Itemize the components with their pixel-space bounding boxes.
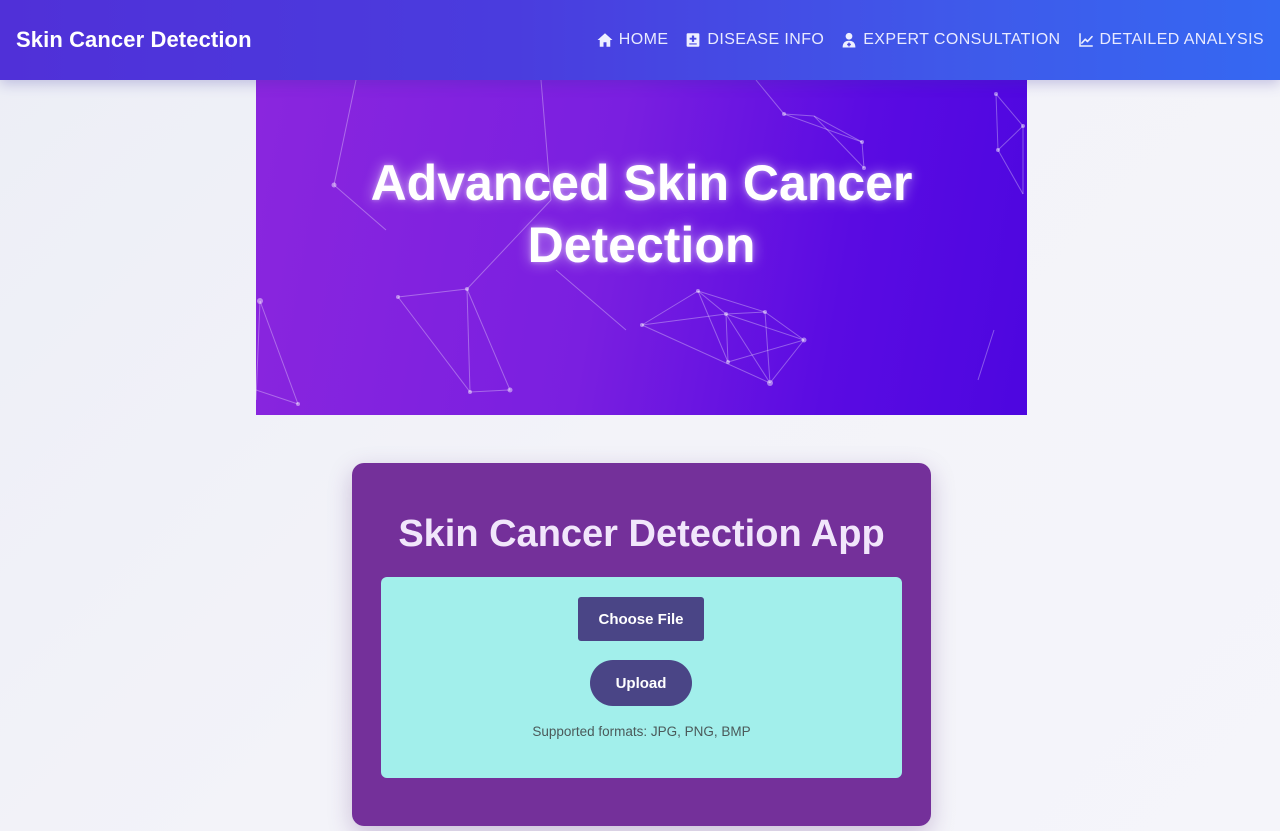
nav-item-expert-consultation[interactable]: EXPERT CONSULTATION xyxy=(840,31,1060,49)
nav-item-label: EXPERT CONSULTATION xyxy=(863,31,1061,48)
choose-file-button[interactable]: Choose File xyxy=(578,597,704,641)
app-title: Skin Cancer Detection App xyxy=(398,513,885,555)
nav-item-disease-info[interactable]: DISEASE INFO xyxy=(684,31,824,49)
nav-item-home[interactable]: HOME xyxy=(596,31,669,49)
brand-title[interactable]: Skin Cancer Detection xyxy=(16,27,252,53)
doctor-icon xyxy=(840,31,858,49)
nav-item-label: DISEASE INFO xyxy=(707,31,825,48)
nav-menu: HOME DISEASE INFO EXPERT CONSULTATION DE… xyxy=(596,31,1264,49)
upload-button[interactable]: Upload xyxy=(590,660,692,706)
nav-item-label: HOME xyxy=(618,31,669,48)
upload-panel: Choose File Upload Supported formats: JP… xyxy=(381,577,902,778)
hero-title-line-2: Detection xyxy=(527,217,756,273)
detection-app-card: Skin Cancer Detection App Choose File Up… xyxy=(352,463,931,826)
nav-item-detailed-analysis[interactable]: DETAILED ANALYSIS xyxy=(1077,31,1265,49)
nav-item-label: DETAILED ANALYSIS xyxy=(1099,31,1264,48)
medical-file-icon xyxy=(684,31,702,49)
chart-line-icon xyxy=(1077,31,1095,49)
home-icon xyxy=(596,31,614,49)
hero-title: Advanced Skin Cancer Detection xyxy=(256,152,1027,276)
hero-banner: Advanced Skin Cancer Detection xyxy=(256,80,1027,415)
supported-formats-text: Supported formats: JPG, PNG, BMP xyxy=(532,724,751,739)
top-navbar: Skin Cancer Detection HOME DISEASE INFO … xyxy=(0,0,1280,80)
hero-title-line-1: Advanced Skin Cancer xyxy=(370,155,913,211)
